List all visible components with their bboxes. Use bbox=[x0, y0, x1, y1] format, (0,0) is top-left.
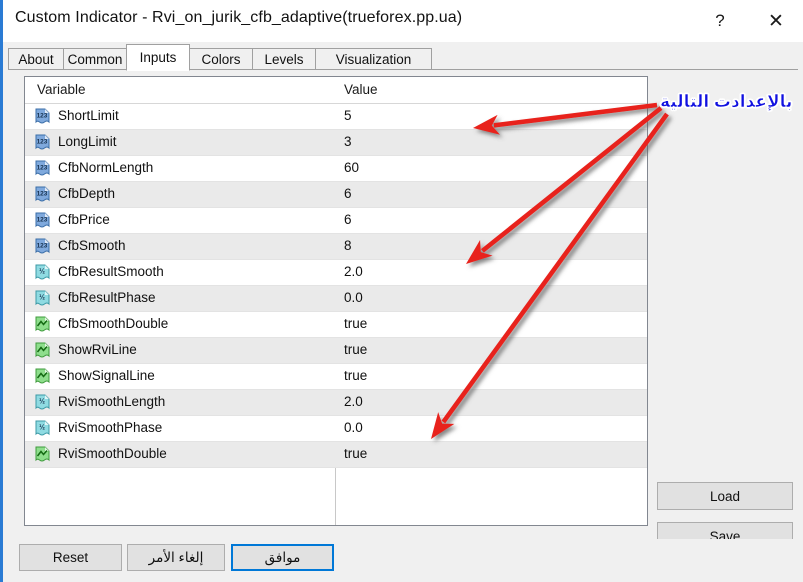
variable-value[interactable]: 2.0 bbox=[344, 394, 363, 409]
variable-value[interactable]: 6 bbox=[344, 212, 352, 227]
double-type-icon: ½ bbox=[34, 420, 51, 437]
variable-name: CfbDepth bbox=[58, 186, 116, 201]
table-row[interactable]: 123 LongLimit 3 bbox=[25, 130, 647, 156]
svg-text:½: ½ bbox=[39, 398, 45, 406]
integer-type-icon: 123 bbox=[34, 212, 51, 229]
double-type-icon: ½ bbox=[34, 394, 51, 411]
boolean-type-icon bbox=[34, 446, 51, 463]
table-row[interactable]: ½ RviSmoothLength 2.0 bbox=[25, 390, 647, 416]
inputs-table[interactable]: Variable Value 123 ShortLimit 5 123 LongLimi… bbox=[24, 76, 648, 526]
table-row[interactable]: 123 CfbNormLength 60 bbox=[25, 156, 647, 182]
table-row[interactable]: RviSmoothDouble true bbox=[25, 442, 647, 468]
variable-name: CfbSmooth bbox=[58, 238, 126, 253]
integer-type-icon: 123 bbox=[34, 186, 51, 203]
tab-label: Inputs bbox=[139, 50, 177, 65]
svg-text:½: ½ bbox=[39, 268, 45, 276]
variable-value[interactable]: true bbox=[344, 342, 367, 357]
table-row[interactable]: 123 CfbPrice 6 bbox=[25, 208, 647, 234]
variable-name: CfbNormLength bbox=[58, 160, 154, 175]
variable-name: ShowRviLine bbox=[58, 342, 137, 357]
variable-value[interactable]: 0.0 bbox=[344, 420, 363, 435]
column-header-variable: Variable bbox=[37, 82, 86, 97]
variable-value[interactable]: 6 bbox=[344, 186, 352, 201]
variable-name: RviSmoothLength bbox=[58, 394, 166, 409]
svg-text:123: 123 bbox=[37, 165, 48, 172]
variable-name: ShowSignalLine bbox=[58, 368, 155, 383]
variable-value[interactable]: true bbox=[344, 368, 367, 383]
variable-name: CfbSmoothDouble bbox=[58, 316, 169, 331]
custom-indicator-dialog: Custom Indicator - Rvi_on_jurik_cfb_adap… bbox=[0, 0, 803, 582]
table-row[interactable]: ShowSignalLine true bbox=[25, 364, 647, 390]
variable-name: ShortLimit bbox=[58, 108, 119, 123]
variable-value[interactable]: 2.0 bbox=[344, 264, 363, 279]
table-row[interactable]: 123 ShortLimit 5 bbox=[25, 104, 647, 130]
integer-type-icon: 123 bbox=[34, 108, 51, 125]
tab-inputs[interactable]: Inputs bbox=[126, 44, 190, 71]
help-icon[interactable]: ? bbox=[697, 0, 743, 42]
variable-value[interactable]: 3 bbox=[344, 134, 352, 149]
double-type-icon: ½ bbox=[34, 264, 51, 281]
inputs-panel: Variable Value 123 ShortLimit 5 123 LongLimi… bbox=[8, 69, 798, 550]
variable-value[interactable]: 0.0 bbox=[344, 290, 363, 305]
svg-text:123: 123 bbox=[37, 139, 48, 146]
double-type-icon: ½ bbox=[34, 290, 51, 307]
tab-label: Common bbox=[67, 51, 123, 67]
boolean-type-icon bbox=[34, 316, 51, 333]
ok-button[interactable]: موافق bbox=[231, 544, 334, 571]
cancel-button[interactable]: إلغاء الأمر bbox=[127, 544, 225, 571]
variable-value[interactable]: true bbox=[344, 446, 367, 461]
window-title: Custom Indicator - Rvi_on_jurik_cfb_adap… bbox=[15, 9, 463, 26]
tab-common[interactable]: Common bbox=[63, 48, 127, 70]
table-row[interactable]: ShowRviLine true bbox=[25, 338, 647, 364]
tab-visualization[interactable]: Visualization bbox=[315, 48, 432, 70]
table-row[interactable]: ½ CfbResultPhase 0.0 bbox=[25, 286, 647, 312]
tab-colors[interactable]: Colors bbox=[189, 48, 253, 70]
tab-about[interactable]: About bbox=[8, 48, 64, 70]
reset-button[interactable]: Reset bbox=[19, 544, 122, 571]
variable-name: LongLimit bbox=[58, 134, 117, 149]
variable-value[interactable]: 8 bbox=[344, 238, 352, 253]
variable-name: RviSmoothPhase bbox=[58, 420, 163, 435]
tab-label: Visualization bbox=[335, 51, 412, 67]
table-row[interactable]: ½ CfbResultSmooth 2.0 bbox=[25, 260, 647, 286]
boolean-type-icon bbox=[34, 342, 51, 359]
tab-label: Colors bbox=[201, 51, 241, 67]
table-row[interactable]: ½ RviSmoothPhase 0.0 bbox=[25, 416, 647, 442]
variable-name: RviSmoothDouble bbox=[58, 446, 167, 461]
svg-text:123: 123 bbox=[37, 217, 48, 224]
arabic-annotation-text: بالإعدادت التالية bbox=[660, 92, 793, 112]
svg-text:123: 123 bbox=[37, 113, 48, 120]
variable-value[interactable]: 60 bbox=[344, 160, 359, 175]
variable-name: CfbPrice bbox=[58, 212, 110, 227]
title-bar: Custom Indicator - Rvi_on_jurik_cfb_adap… bbox=[3, 0, 803, 42]
tab-label: Levels bbox=[264, 51, 304, 67]
svg-text:123: 123 bbox=[37, 243, 48, 250]
svg-text:½: ½ bbox=[39, 424, 45, 432]
dialog-client-area: About Common Inputs Colors Levels Visualizati… bbox=[3, 42, 803, 582]
close-icon[interactable]: ✕ bbox=[753, 0, 799, 42]
table-header-row: Variable Value bbox=[25, 77, 647, 104]
table-body: 123 ShortLimit 5 123 LongLimit 3 123 CfbNormLen… bbox=[25, 104, 647, 468]
svg-text:½: ½ bbox=[39, 294, 45, 302]
column-header-value: Value bbox=[344, 82, 378, 97]
load-button[interactable]: Load bbox=[657, 482, 793, 510]
integer-type-icon: 123 bbox=[34, 160, 51, 177]
dialog-button-bar: Reset إلغاء الأمر موافق bbox=[3, 539, 803, 582]
table-row[interactable]: CfbSmoothDouble true bbox=[25, 312, 647, 338]
tab-label: About bbox=[18, 51, 54, 67]
boolean-type-icon bbox=[34, 368, 51, 385]
variable-value[interactable]: true bbox=[344, 316, 367, 331]
integer-type-icon: 123 bbox=[34, 134, 51, 151]
variable-name: CfbResultPhase bbox=[58, 290, 156, 305]
variable-value[interactable]: 5 bbox=[344, 108, 352, 123]
variable-name: CfbResultSmooth bbox=[58, 264, 164, 279]
table-row[interactable]: 123 CfbDepth 6 bbox=[25, 182, 647, 208]
integer-type-icon: 123 bbox=[34, 238, 51, 255]
svg-text:123: 123 bbox=[37, 191, 48, 198]
tab-levels[interactable]: Levels bbox=[252, 48, 316, 70]
table-row[interactable]: 123 CfbSmooth 8 bbox=[25, 234, 647, 260]
